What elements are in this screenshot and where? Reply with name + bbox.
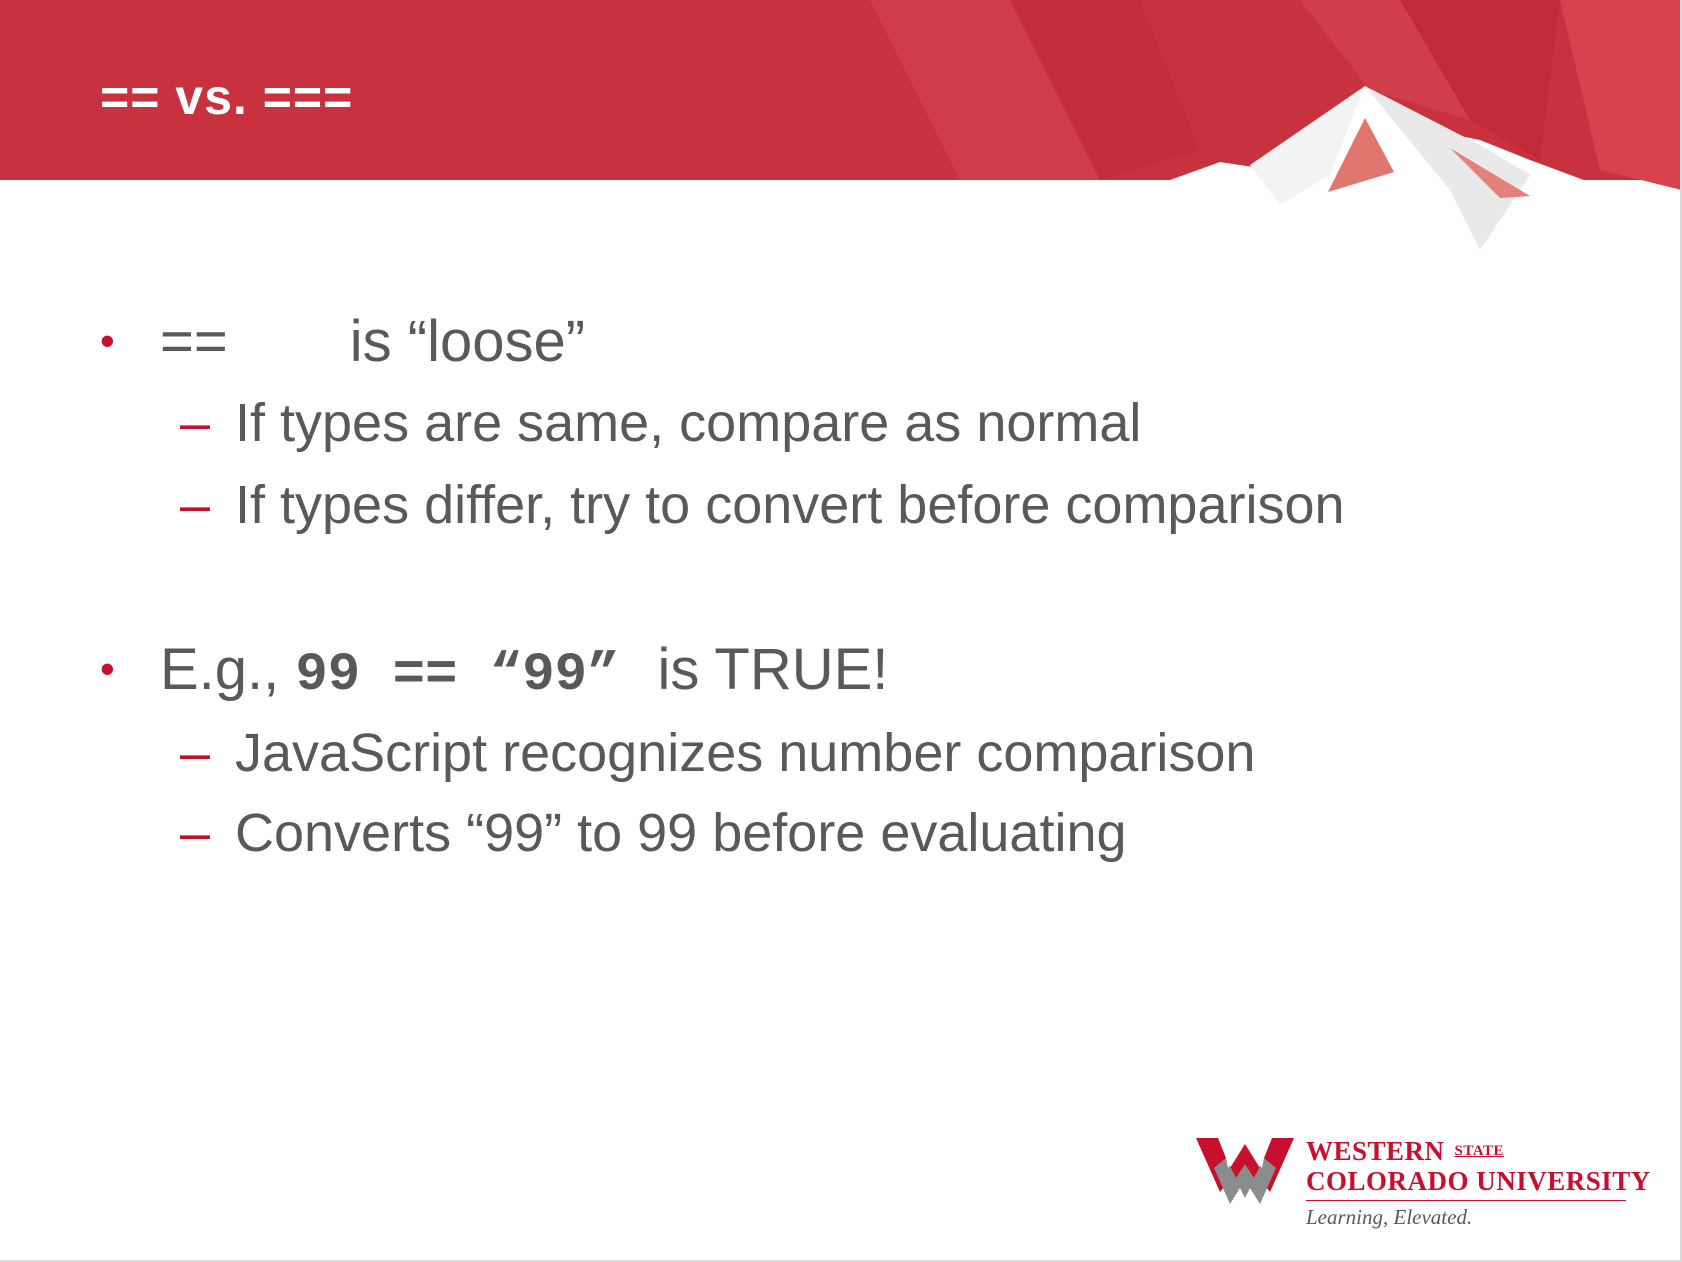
bullet-loose: • == is “loose”	[100, 308, 585, 375]
logo-western: WESTERN	[1306, 1136, 1445, 1166]
sub-bullet-text: Converts “99” to 99 before evaluating	[235, 803, 1127, 863]
sub-bullet-text: JavaScript recognizes number comparison	[235, 723, 1256, 783]
slide: == vs. === • == is “loose” – If types ar…	[0, 0, 1682, 1262]
example-prefix: E.g.,	[160, 637, 296, 702]
sub-bullet: – If types differ, try to convert before…	[180, 474, 1345, 536]
example-suffix: is TRUE!	[657, 637, 889, 702]
logo-state: STATE	[1454, 1143, 1505, 1159]
loose-label: is “loose”	[349, 309, 586, 374]
example-code: 99 == “99”	[295, 645, 620, 706]
university-logo: WESTERN STATE COLORADO UNIVERSITY Learnin…	[1196, 1126, 1650, 1236]
logo-wordmark-top: WESTERN STATE	[1306, 1136, 1504, 1167]
logo-colorado-university: COLORADO UNIVERSITY	[1306, 1166, 1651, 1196]
dash-marker: –	[180, 475, 211, 535]
dash-marker: –	[180, 723, 211, 783]
slide-title: == vs. ===	[100, 69, 354, 125]
sub-bullet: – Converts “99” to 99 before evaluating	[180, 802, 1127, 864]
header-banner	[0, 0, 1682, 260]
bullet-example: • E.g., 99 == “99” is TRUE!	[100, 636, 888, 706]
sub-bullet-text: If types are same, compare as normal	[235, 393, 1142, 453]
bullet-dot: •	[100, 317, 115, 364]
dash-marker: –	[180, 803, 211, 863]
sub-bullet-text: If types differ, try to convert before c…	[235, 475, 1345, 535]
logo-tagline: Learning, Elevated.	[1306, 1205, 1473, 1229]
bullet-dot: •	[100, 645, 115, 692]
sub-bullet: – JavaScript recognizes number compariso…	[180, 722, 1255, 784]
logo-divider	[1306, 1200, 1626, 1201]
sub-bullet: – If types are same, compare as normal	[180, 392, 1141, 454]
dash-marker: –	[180, 393, 211, 453]
loose-operator: ==	[160, 309, 228, 374]
w-mountain-icon	[1196, 1138, 1294, 1204]
